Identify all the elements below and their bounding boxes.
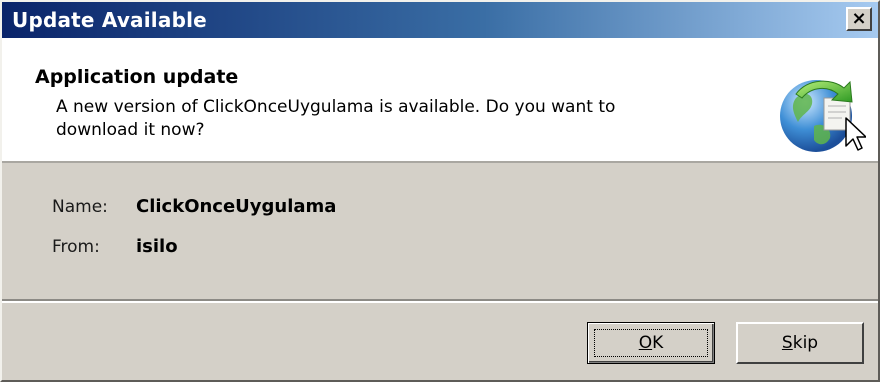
close-icon: × — [851, 8, 867, 29]
name-value: ClickOnceUygulama — [136, 196, 337, 217]
from-value: isilo — [136, 236, 178, 257]
skip-button-label: Skip — [781, 333, 819, 353]
name-label: Name: — [52, 197, 108, 217]
ok-button[interactable]: OK — [587, 322, 715, 364]
title-bar[interactable]: Update Available × — [2, 2, 878, 38]
update-dialog: Update Available × Application update A … — [0, 0, 880, 382]
name-row: Name: ClickOnceUygulama — [52, 196, 336, 236]
globe-update-icon — [780, 80, 866, 152]
focus-rectangle — [594, 329, 708, 357]
window-title: Update Available — [12, 8, 207, 32]
header-title: Application update — [35, 66, 239, 88]
skip-button[interactable]: Skip — [736, 322, 864, 364]
header-panel: Application update A new version of Clic… — [2, 38, 878, 163]
details-section: Name: ClickOnceUygulama From: isilo — [52, 196, 336, 276]
close-button[interactable]: × — [846, 7, 872, 31]
header-description: A new version of ClickOnceUygulama is av… — [56, 97, 616, 140]
from-label: From: — [52, 237, 100, 257]
separator — [2, 299, 878, 303]
from-row: From: isilo — [52, 236, 336, 276]
